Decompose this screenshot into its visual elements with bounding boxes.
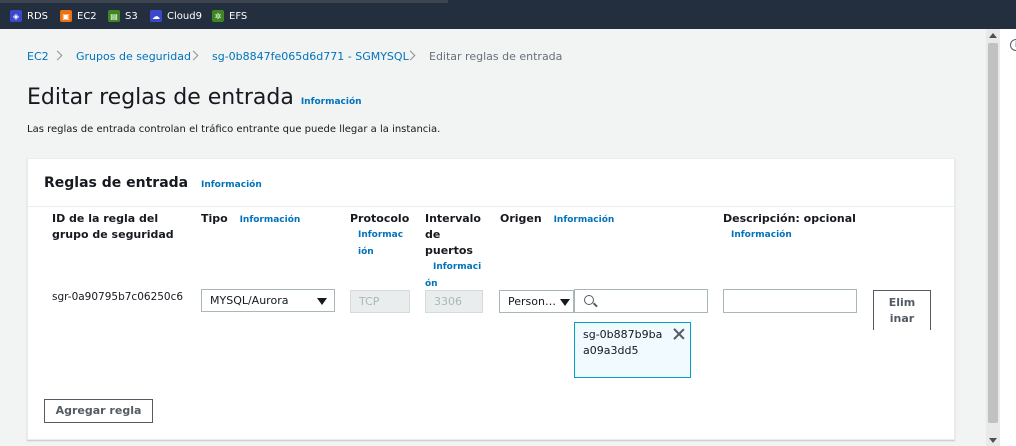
port-info-link[interactable]: Información bbox=[425, 259, 485, 293]
rds-icon: ◈ bbox=[10, 10, 22, 22]
column-header-protocol-label: Protocolo bbox=[350, 212, 410, 225]
info-circle-icon[interactable]: i bbox=[1010, 39, 1016, 51]
delete-rule-button[interactable]: Eliminar bbox=[873, 290, 931, 330]
breadcrumb-current: Editar reglas de entrada bbox=[429, 50, 563, 63]
panel-title: Reglas de entrada Información bbox=[44, 175, 262, 191]
caret-down-icon bbox=[317, 298, 327, 305]
top-navigation-bar: ◈ RDS ▣ EC2 ▤ S3 ☁ Cloud9 ✲ EFS bbox=[0, 0, 1016, 29]
ec2-icon: ▣ bbox=[60, 10, 72, 22]
column-header-type: Tipo Información bbox=[201, 211, 341, 229]
port-range-field: 3306 bbox=[425, 290, 483, 313]
description-input[interactable] bbox=[723, 289, 857, 313]
type-select-value: MYSQL/Aurora bbox=[210, 294, 289, 307]
source-type-value: Person… bbox=[508, 295, 556, 308]
column-header-protocol: Protocolo Información bbox=[350, 211, 412, 261]
favorite-efs-label: EFS bbox=[229, 10, 248, 22]
page-title: Editar reglas de entrada Información bbox=[27, 85, 362, 110]
favorite-efs[interactable]: ✲ EFS bbox=[212, 9, 247, 23]
efs-icon: ✲ bbox=[212, 10, 224, 22]
type-info-link[interactable]: Información bbox=[240, 215, 301, 225]
scrollbar-thumb[interactable] bbox=[988, 43, 998, 423]
rule-id: sgr-0a90795b7c06250c6 bbox=[52, 291, 184, 303]
source-token-text: sg-0b887b9baa09a3dd5 bbox=[583, 328, 663, 357]
protocol-info-link[interactable]: Información bbox=[350, 227, 406, 261]
column-header-description-label: Descripción: opcional bbox=[723, 212, 856, 225]
breadcrumb-security-group[interactable]: sg-0b8847fe065d6d771 - SGMYSQL bbox=[212, 50, 409, 63]
type-select[interactable]: MYSQL/Aurora bbox=[201, 289, 335, 312]
source-info-link[interactable]: Información bbox=[554, 215, 615, 225]
page-description: Las reglas de entrada controlan el tráfi… bbox=[27, 124, 441, 135]
page-scrollbar[interactable] bbox=[986, 29, 1000, 446]
panel-title-text: Reglas de entrada bbox=[44, 175, 189, 191]
column-header-source-label: Origen bbox=[500, 212, 542, 225]
close-icon[interactable] bbox=[673, 328, 685, 340]
port-range-value: 3306 bbox=[434, 295, 462, 308]
description-info-link[interactable]: Información bbox=[723, 227, 903, 244]
scroll-up-icon[interactable] bbox=[989, 33, 997, 38]
panel-divider bbox=[28, 206, 956, 207]
source-type-select[interactable]: Person… bbox=[499, 290, 574, 313]
cloud9-icon: ☁ bbox=[150, 10, 162, 22]
favorite-cloud9-label: Cloud9 bbox=[167, 10, 202, 22]
help-panel-edge: i bbox=[1000, 29, 1016, 446]
column-header-port-range: Intervalo de puertos Información bbox=[425, 211, 489, 293]
inbound-rules-panel: Reglas de entrada Información ID de la r… bbox=[27, 158, 956, 440]
column-header-source: Origen Información bbox=[500, 211, 720, 229]
page-title-text: Editar reglas de entrada bbox=[27, 85, 294, 110]
page-info-link[interactable]: Información bbox=[301, 97, 362, 107]
favorite-rds[interactable]: ◈ RDS bbox=[10, 9, 48, 23]
topbar-accent bbox=[0, 0, 448, 3]
column-header-description: Descripción: opcional Información bbox=[723, 211, 903, 244]
favorite-ec2-label: EC2 bbox=[77, 10, 97, 22]
breadcrumb-ec2[interactable]: EC2 bbox=[27, 50, 49, 63]
search-icon bbox=[584, 295, 594, 305]
add-rule-button[interactable]: Agregar regla bbox=[44, 399, 153, 423]
panel-info-link[interactable]: Información bbox=[201, 180, 262, 190]
favorite-s3[interactable]: ▤ S3 bbox=[108, 9, 138, 23]
favorite-s3-label: S3 bbox=[125, 10, 138, 22]
scroll-down-icon[interactable] bbox=[989, 438, 997, 443]
s3-icon: ▤ bbox=[108, 10, 120, 22]
favorite-cloud9[interactable]: ☁ Cloud9 bbox=[150, 9, 202, 23]
column-header-port-range-label: Intervalo de puertos bbox=[425, 212, 481, 257]
caret-down-icon bbox=[560, 299, 570, 306]
protocol-value: TCP bbox=[359, 295, 380, 308]
column-header-type-label: Tipo bbox=[201, 212, 228, 225]
protocol-field: TCP bbox=[350, 290, 410, 313]
column-header-rule-id: ID de la regla del grupo de seguridad bbox=[52, 212, 174, 241]
favorite-ec2[interactable]: ▣ EC2 bbox=[60, 9, 97, 23]
chevron-right-icon bbox=[52, 50, 63, 61]
favorite-rds-label: RDS bbox=[27, 10, 48, 22]
breadcrumb-security-groups[interactable]: Grupos de seguridad bbox=[76, 50, 191, 63]
source-token: sg-0b887b9baa09a3dd5 bbox=[574, 322, 691, 378]
source-search-input[interactable] bbox=[574, 289, 708, 313]
